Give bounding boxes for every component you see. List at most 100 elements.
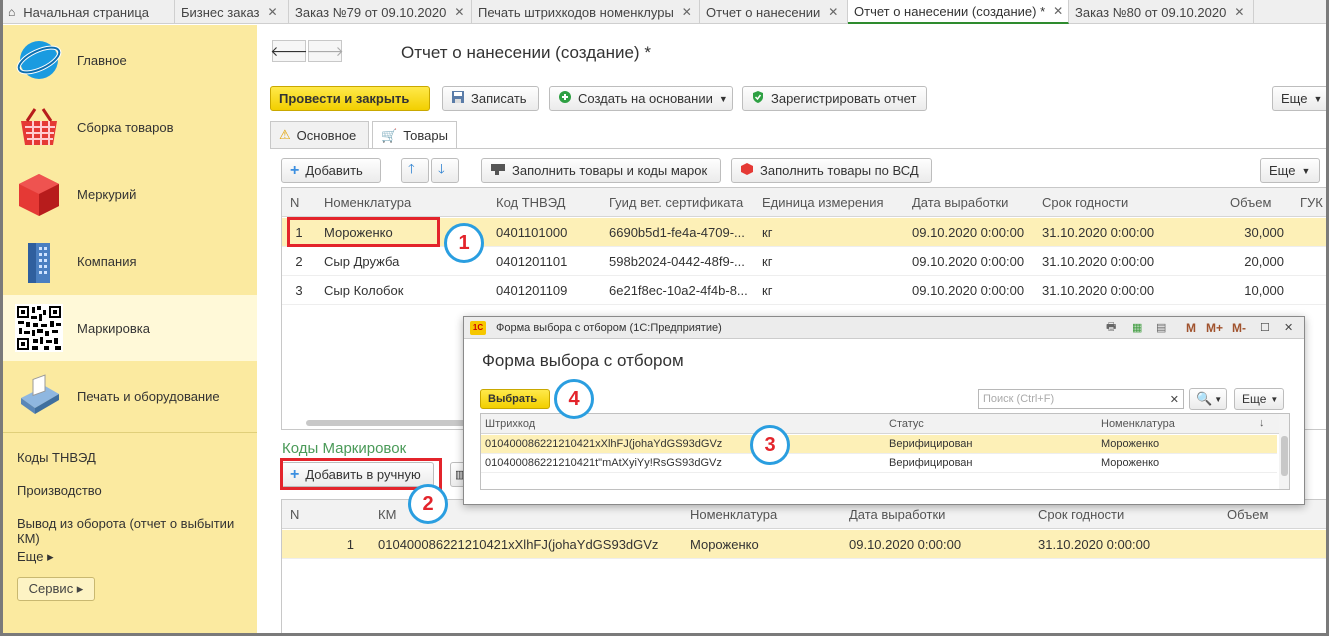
back-button[interactable]: 🡐	[270, 40, 308, 62]
print-icon[interactable]: 🖶	[1106, 318, 1116, 337]
tab-main[interactable]: ⚠ Основное	[270, 121, 369, 148]
maximize-icon[interactable]: ☐	[1260, 321, 1270, 334]
clear-icon[interactable]: ✕	[1170, 393, 1179, 406]
cell-unit[interactable]: кг	[754, 218, 904, 246]
column-header[interactable]: Срок годности	[1034, 188, 1222, 216]
move-up-button[interactable]: 🡑	[401, 158, 429, 183]
dialog-titlebar[interactable]: 1C Форма выбора с отбором (1С:Предприяти…	[464, 317, 1304, 339]
table-row[interactable]: 3 Сыр Колобок 0401201109 6e21f8ec-10a2-4…	[282, 276, 1328, 305]
move-down-button[interactable]: 🡓	[431, 158, 459, 183]
cell-tnved[interactable]: 0401101000	[488, 218, 601, 246]
column-header[interactable]: Статус	[885, 414, 1097, 433]
cell-production-date[interactable]: 09.10.2020 0:00:00	[841, 530, 1030, 558]
sidebar-item-printing[interactable]: Печать и оборудование	[3, 363, 257, 429]
sidebar-item-marking[interactable]: Маркировка	[3, 295, 257, 361]
cell-nomenclature[interactable]: Мороженко	[1097, 435, 1277, 453]
close-icon[interactable]: ✕	[1284, 321, 1293, 334]
cell-vet-guid[interactable]: 598b2024-0442-48f9-...	[601, 247, 754, 275]
cell-production-date[interactable]: 09.10.2020 0:00:00	[904, 276, 1034, 304]
cell-expiry[interactable]: 31.10.2020 0:00:00	[1034, 218, 1222, 246]
cell-vet-guid[interactable]: 6e21f8ec-10a2-4f4b-8...	[601, 276, 754, 304]
column-header[interactable]: Номенклатура	[1097, 414, 1277, 433]
cell-production-date[interactable]: 09.10.2020 0:00:00	[904, 218, 1034, 246]
column-header[interactable]: Гуид вет. сертификата	[601, 188, 754, 216]
close-icon[interactable]: ✕	[682, 5, 692, 19]
goods-more-button[interactable]: Еще ▼	[1260, 158, 1320, 183]
add-button[interactable]: + Добавить	[281, 158, 381, 183]
service-button[interactable]: Сервис ▸	[17, 577, 95, 601]
add-manual-button[interactable]: + Добавить в ручную	[281, 462, 434, 487]
column-header[interactable]: N	[282, 500, 370, 528]
close-icon[interactable]: ✕	[828, 5, 838, 19]
tab-report-application[interactable]: Отчет о нанесении ✕	[700, 0, 848, 24]
cell-nomenclature[interactable]: Мороженко	[682, 530, 841, 558]
table-row[interactable]: 010400086221210421xXlhFJ(johaYdGS93dGVz …	[481, 435, 1277, 454]
column-header[interactable]: Дата выработки	[904, 188, 1034, 216]
tab-report-creation[interactable]: Отчет о нанесении (создание) * ✕	[848, 0, 1069, 24]
column-header[interactable]: ГУК	[1292, 188, 1328, 216]
column-header[interactable]: N	[282, 188, 316, 216]
sidebar-item-mercury[interactable]: Меркурий	[3, 161, 257, 227]
tab-order-80[interactable]: Заказ №80 от 09.10.2020 ✕	[1069, 0, 1254, 24]
fill-goods-vsd-button[interactable]: Заполнить товары по ВСД	[731, 158, 932, 183]
sidebar-link-withdrawal[interactable]: Вывод из оборота (отчет о выбытии КМ)	[17, 516, 257, 546]
save-button[interactable]: Записать	[442, 86, 539, 111]
column-header[interactable]: Штрихкод	[481, 414, 885, 433]
table-row[interactable]: 010400086221210421t"mAtXyiYy!RsGS93dGVz …	[481, 454, 1277, 473]
search-button[interactable]: 🔍 ▼	[1189, 388, 1227, 410]
memory-m-button[interactable]: M	[1186, 321, 1196, 335]
cell-tnved[interactable]: 0401201109	[488, 276, 601, 304]
cell-expiry[interactable]: 31.10.2020 0:00:00	[1034, 247, 1222, 275]
tab-goods[interactable]: 🛒 Товары	[372, 121, 457, 149]
register-report-button[interactable]: Зарегистрировать отчет	[742, 86, 927, 111]
tab-business-order[interactable]: Бизнес заказ ✕	[175, 0, 289, 24]
sidebar-item-main[interactable]: Главное	[3, 27, 257, 93]
cell-unit[interactable]: кг	[754, 247, 904, 275]
column-header[interactable]: Единица измерения	[754, 188, 904, 216]
cell-production-date[interactable]: 09.10.2020 0:00:00	[904, 247, 1034, 275]
cell-tnved[interactable]: 0401201101	[488, 247, 601, 275]
cell-vet-guid[interactable]: 6690b5d1-fe4a-4709-...	[601, 218, 754, 246]
column-header[interactable]: Объем	[1222, 188, 1292, 216]
select-button[interactable]: Выбрать	[480, 389, 550, 409]
sidebar-link-more[interactable]: Еще ▸	[17, 549, 54, 565]
more-button[interactable]: Еще ▼	[1272, 86, 1329, 111]
cell-volume[interactable]	[1219, 530, 1328, 558]
forward-button[interactable]: 🡒	[306, 40, 344, 62]
cell-barcode[interactable]: 010400086221210421xXlhFJ(johaYdGS93dGVz	[481, 435, 885, 453]
sidebar-link-tnved[interactable]: Коды ТНВЭД	[17, 450, 96, 465]
search-input[interactable]: Поиск (Ctrl+F) ✕	[978, 389, 1184, 409]
cell-status[interactable]: Верифицирован	[885, 454, 1097, 472]
close-icon[interactable]: ✕	[1234, 5, 1244, 19]
cell-nomenclature[interactable]: Сыр Колобок	[316, 276, 488, 304]
column-header[interactable]: Код ТНВЭД	[488, 188, 601, 216]
memory-plus-button[interactable]: M+	[1206, 321, 1223, 335]
cell-volume[interactable]: 30,000	[1222, 218, 1292, 246]
column-header[interactable]: Номенклатура	[316, 188, 488, 216]
memory-minus-button[interactable]: M-	[1232, 321, 1246, 335]
dialog-more-button[interactable]: Еще ▼	[1234, 388, 1284, 410]
calendar-icon[interactable]: ▤	[1156, 321, 1166, 334]
horizontal-scrollbar[interactable]	[306, 420, 486, 426]
table-row[interactable]: 1 010400086221210421xXlhFJ(johaYdGS93dGV…	[282, 530, 1328, 559]
tab-home[interactable]: ⌂ Начальная страница	[0, 0, 175, 24]
tab-print-barcodes[interactable]: Печать штрихкодов номенклуры ✕	[472, 0, 700, 24]
cell-barcode[interactable]: 010400086221210421t"mAtXyiYy!RsGS93dGVz	[481, 454, 885, 472]
table-row[interactable]: 2 Сыр Дружба 0401201101 598b2024-0442-48…	[282, 247, 1328, 276]
tab-order-79[interactable]: Заказ №79 от 09.10.2020 ✕	[289, 0, 472, 24]
cell-expiry[interactable]: 31.10.2020 0:00:00	[1034, 276, 1222, 304]
sidebar-item-assembly[interactable]: Сборка товаров	[3, 94, 257, 160]
post-and-close-button[interactable]: Провести и закрыть	[270, 86, 430, 111]
sidebar-item-company[interactable]: Компания	[3, 228, 257, 294]
close-icon[interactable]: ✕	[454, 5, 464, 19]
cell-nomenclature[interactable]: Мороженко	[1097, 454, 1277, 472]
sidebar-link-production[interactable]: Производство	[17, 483, 102, 498]
cell-volume[interactable]: 10,000	[1222, 276, 1292, 304]
cell-unit[interactable]: кг	[754, 276, 904, 304]
spreadsheet-icon[interactable]: ▦	[1132, 321, 1142, 334]
close-icon[interactable]: ✕	[1053, 4, 1063, 18]
close-icon[interactable]: ✕	[267, 5, 277, 19]
cell-marking-code[interactable]: 010400086221210421xXlhFJ(johaYdGS93dGVz	[370, 530, 682, 558]
cell-expiry[interactable]: 31.10.2020 0:00:00	[1030, 530, 1219, 558]
cell-volume[interactable]: 20,000	[1222, 247, 1292, 275]
